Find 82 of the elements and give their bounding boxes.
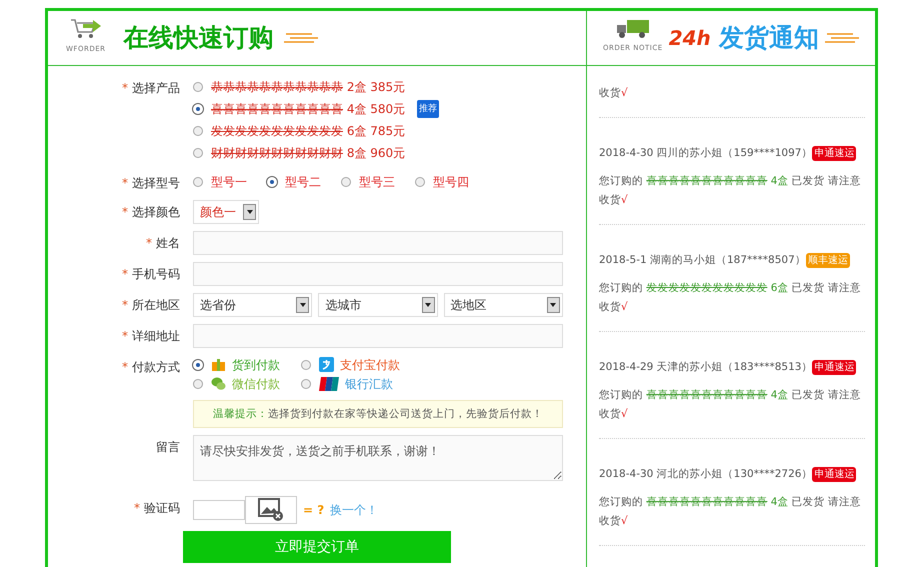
dropdown-caret-icon [296, 297, 310, 313]
decorative-lines-icon [824, 31, 859, 45]
required-mark: * [122, 176, 128, 190]
notice-message: 您订购的 喜喜喜喜喜喜喜喜喜喜喜 4盒 已发货 请注意收货√ [599, 174, 862, 208]
required-mark: * [122, 205, 128, 219]
tip-box: 温馨提示：选择货到付款在家等快递公司送货上门，先验货后付款！ [193, 400, 563, 428]
notice-message: 您订购的 喜喜喜喜喜喜喜喜喜喜喜 4盒 已发货 请注意收货√ [599, 495, 862, 529]
text-input[interactable] [193, 231, 563, 255]
model-option[interactable]: 型号三 [359, 173, 395, 191]
required-mark: * [122, 360, 128, 374]
product-option[interactable]: 发发发发发发发发发发发 6盒 785元 [211, 122, 406, 140]
section-title: 发货通知 [718, 22, 819, 54]
radio-button[interactable] [193, 177, 203, 187]
required-mark: * [122, 267, 128, 281]
radio-button[interactable] [415, 177, 425, 187]
field-label: 姓名 [156, 236, 180, 250]
gift-box-icon [211, 357, 226, 372]
courier-badge: 申通速运 [812, 466, 856, 482]
required-mark: * [146, 236, 152, 250]
text-input[interactable] [193, 262, 563, 286]
notice-heading: 2018-5-1 湖南的马小姐（187****8507） [599, 253, 806, 268]
radio-button[interactable] [193, 378, 203, 388]
notice-message: 收货√ [599, 86, 629, 101]
courier-badge: 申通速运 [812, 146, 856, 160]
bank-card-icon [319, 376, 339, 390]
payment-option[interactable]: 支付宝付款 [340, 356, 400, 374]
courier-badge: 申通速运 [812, 360, 856, 374]
radio-button[interactable] [193, 126, 203, 136]
recommend-badge: 推荐 [417, 100, 440, 118]
field-label: 手机号码 [132, 267, 180, 281]
refresh-captcha-link[interactable]: 换一个！ [330, 501, 378, 519]
payment-option[interactable]: 微信付款 [232, 374, 280, 392]
24h-label: 24h [668, 29, 711, 47]
notice-message: 您订购的 喜喜喜喜喜喜喜喜喜喜喜 4盒 已发货 请注意收货√ [599, 388, 862, 422]
broken-image-icon [258, 498, 284, 522]
model-option[interactable]: 型号一 [211, 173, 247, 191]
field-label: 所在地区 [132, 298, 180, 312]
notice-heading: 2018-4-29 天津的苏小姐（183****8513） [599, 360, 812, 375]
radio-button[interactable] [341, 177, 351, 187]
address-input[interactable] [193, 324, 563, 348]
notice-heading: 2018-4-30 河北的苏小姐（130****2726） [599, 467, 812, 482]
product-option[interactable]: 恭恭恭恭恭恭恭恭恭恭恭 2盒 385元 [211, 78, 406, 96]
field-label: 详细地址 [132, 329, 180, 343]
field-label: 选择型号 [132, 176, 180, 190]
cart-icon [68, 18, 103, 40]
payment-option[interactable]: 银行汇款 [345, 374, 393, 392]
dropdown-caret-icon [546, 297, 560, 313]
required-mark: * [134, 501, 140, 515]
captcha-input[interactable] [193, 500, 245, 520]
radio-button[interactable] [193, 82, 203, 92]
required-mark: * [122, 298, 128, 312]
required-mark: * [122, 81, 128, 95]
radio-button[interactable] [301, 360, 311, 370]
radio-button[interactable] [301, 378, 311, 388]
message-textarea[interactable]: 请尽快安排发货，送货之前手机联系，谢谢！ [193, 435, 563, 481]
field-label: 选择产品 [132, 81, 180, 95]
color-select[interactable]: 颜色一 [193, 200, 259, 224]
courier-badge: 顺丰速运 [806, 252, 850, 268]
field-label: 留言 [156, 440, 180, 454]
model-option[interactable]: 型号四 [433, 173, 469, 191]
field-label: 付款方式 [132, 360, 180, 374]
field-label: 验证码 [144, 501, 180, 515]
dropdown-caret-icon [422, 297, 435, 313]
truck-icon [616, 19, 650, 39]
region-select[interactable]: 选省份 [193, 293, 312, 317]
decorative-lines-icon [284, 31, 318, 45]
chat-bubbles-icon [211, 376, 226, 391]
section-title: 在线快速订购 [124, 22, 274, 54]
required-mark: * [122, 329, 128, 343]
model-option[interactable]: 型号二 [285, 173, 321, 191]
equals-question: = ? [303, 502, 324, 519]
payment-option[interactable]: 货到付款 [232, 356, 280, 374]
field-label: 选择颜色 [132, 205, 180, 219]
notice-heading: 2018-4-30 四川的苏小姐（159****1097） [599, 146, 812, 161]
region-select[interactable]: 选地区 [444, 293, 563, 317]
dropdown-caret-icon [243, 204, 256, 220]
region-select[interactable]: 选城市 [318, 293, 438, 317]
payment-logo-icon [319, 357, 334, 372]
product-option[interactable]: 财财财财财财财财财财财 8盒 960元 [211, 144, 406, 162]
notice-message: 您订购的 发发发发发发发发发发发 6盒 已发货 请注意收货√ [599, 281, 862, 315]
radio-button[interactable] [193, 148, 203, 158]
product-option[interactable]: 喜喜喜喜喜喜喜喜喜喜喜 4盒 580元 [211, 100, 406, 118]
